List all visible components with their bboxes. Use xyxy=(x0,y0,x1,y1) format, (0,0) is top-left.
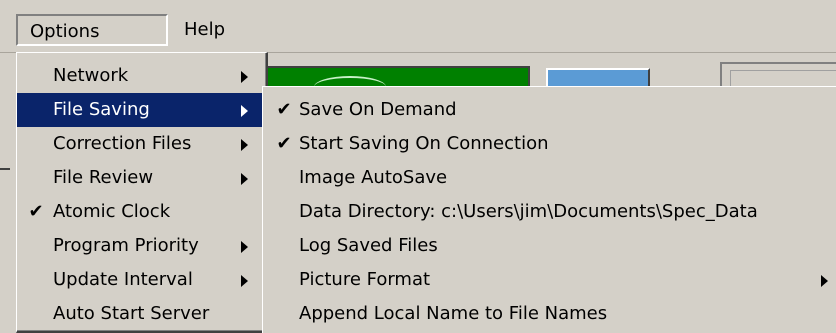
options-menu-item-network[interactable]: Network xyxy=(17,59,266,93)
file-saving-submenu: ✔ Save On Demand ✔ Start Saving On Connecti… xyxy=(262,86,836,333)
help-menu-button[interactable]: Help xyxy=(172,14,252,46)
file-saving-item-save-on-demand[interactable]: ✔ Save On Demand xyxy=(263,93,836,127)
options-menu-item-label: File Saving xyxy=(53,99,150,120)
submenu-arrow-icon xyxy=(821,275,828,287)
submenu-arrow-icon xyxy=(241,71,248,83)
checkmark-icon: ✔ xyxy=(276,99,292,120)
submenu-arrow-icon xyxy=(241,105,248,117)
submenu-arrow-icon xyxy=(241,241,248,253)
background-tick-mark xyxy=(0,168,10,170)
file-saving-item-label: Image AutoSave xyxy=(299,167,448,188)
file-saving-item-log-saved-files[interactable]: Log Saved Files xyxy=(263,229,836,263)
file-saving-item-label: Start Saving On Connection xyxy=(299,133,549,154)
file-saving-item-picture-format[interactable]: Picture Format xyxy=(263,263,836,297)
options-menu-item-atomic-clock[interactable]: ✔ Atomic Clock xyxy=(17,195,266,229)
options-menu-item-label: Atomic Clock xyxy=(53,201,171,222)
options-menu-item-update-interval[interactable]: Update Interval xyxy=(17,263,266,297)
options-menu-item-correction-files[interactable]: Correction Files xyxy=(17,127,266,161)
options-menu-label: Options xyxy=(30,21,100,42)
submenu-arrow-icon xyxy=(241,173,248,185)
checkmark-icon: ✔ xyxy=(28,201,44,222)
file-saving-item-label: Picture Format xyxy=(299,269,431,290)
file-saving-item-data-directory-c-users-jim-documents-spe[interactable]: Data Directory: c:\Users\jim\Documents\S… xyxy=(263,195,836,229)
file-saving-item-label: Data Directory: c:\Users\jim\Documents\S… xyxy=(299,201,758,222)
options-menu-button[interactable]: Options xyxy=(16,14,168,46)
options-menu-item-label: Network xyxy=(53,65,129,86)
checkmark-icon: ✔ xyxy=(276,133,292,154)
file-saving-item-image-autosave[interactable]: Image AutoSave xyxy=(263,161,836,195)
submenu-arrow-icon xyxy=(241,275,248,287)
help-menu-label: Help xyxy=(184,19,226,40)
file-saving-item-append-local-name-to-file-names[interactable]: Append Local Name to File Names xyxy=(263,297,836,331)
options-menu-item-auto-start-server[interactable]: Auto Start Server xyxy=(17,297,266,331)
options-dropdown-menu: Network File Saving Correction Files File R… xyxy=(16,52,268,333)
options-menu-item-file-review[interactable]: File Review xyxy=(17,161,266,195)
options-menu-item-label: File Review xyxy=(53,167,154,188)
options-menu-item-program-priority[interactable]: Program Priority xyxy=(17,229,266,263)
options-menu-item-label: Correction Files xyxy=(53,133,192,154)
options-menu-item-label: Auto Start Server xyxy=(53,303,210,324)
options-menu-item-label: Update Interval xyxy=(53,269,193,290)
submenu-arrow-icon xyxy=(241,139,248,151)
menu-bar: Options Help xyxy=(0,0,836,53)
options-menu-item-label: Program Priority xyxy=(53,235,199,256)
file-saving-item-label: Log Saved Files xyxy=(299,235,438,256)
file-saving-item-label: Save On Demand xyxy=(299,99,457,120)
options-menu-item-file-saving[interactable]: File Saving xyxy=(17,93,266,127)
file-saving-item-label: Append Local Name to File Names xyxy=(299,303,608,324)
file-saving-item-start-saving-on-connection[interactable]: ✔ Start Saving On Connection xyxy=(263,127,836,161)
